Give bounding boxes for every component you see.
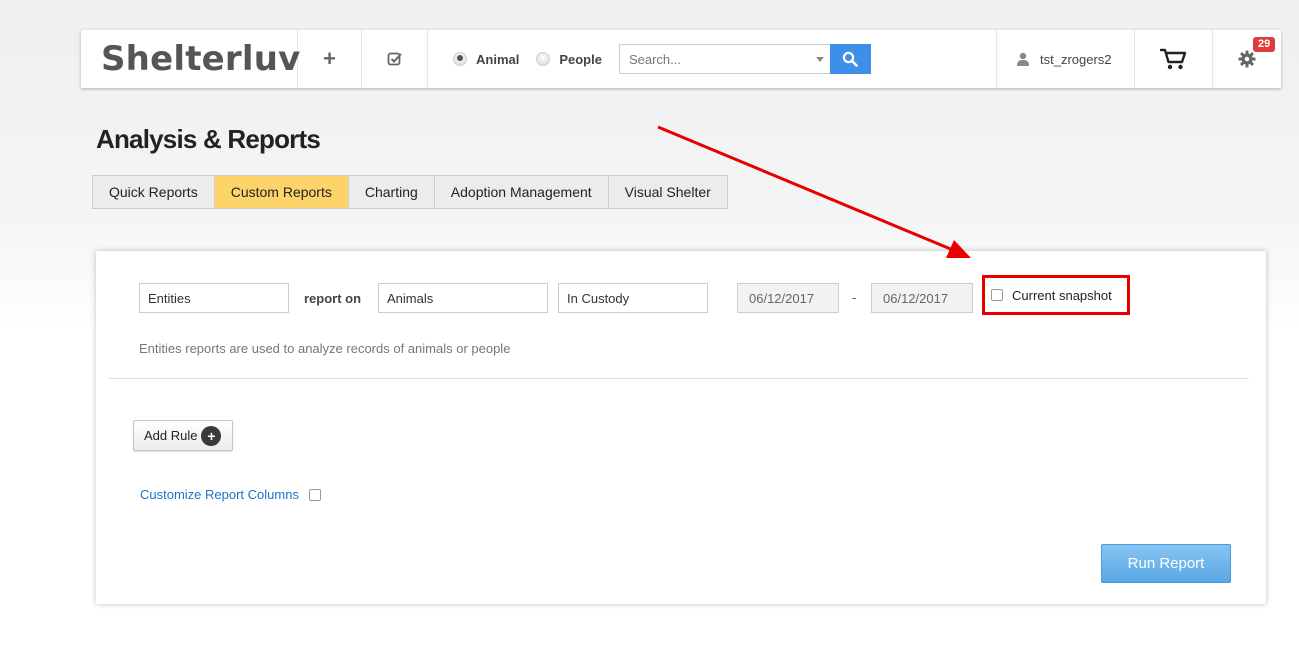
user-icon [1017,52,1029,66]
radio-people[interactable]: People [536,52,602,67]
date-from-field[interactable]: 06/12/2017 [737,283,839,313]
report-tabs: Quick Reports Custom Reports Charting Ad… [92,175,728,209]
page-title: Analysis & Reports [96,124,321,154]
gear-icon [1238,50,1256,68]
cart-button[interactable] [1135,30,1213,88]
status-select[interactable]: In Custody [558,283,708,313]
customize-columns-checkbox[interactable] [308,488,321,501]
chevron-down-icon[interactable] [815,57,824,62]
plus-circle-icon: + [201,425,222,446]
tab-adoption-management[interactable]: Adoption Management [435,176,609,208]
user-menu[interactable]: tst_zrogers2 [997,30,1135,88]
subject-select[interactable]: Animals [378,283,548,313]
tab-quick-reports[interactable]: Quick Reports [93,176,215,208]
username: tst_zrogers2 [1040,51,1112,67]
search-button[interactable] [829,44,871,74]
current-snapshot-label[interactable]: Current snapshot [1012,288,1112,303]
customize-columns-link[interactable]: Customize Report Columns [140,487,299,502]
add-rule-label: Add Rule [144,428,198,443]
radio-people-label: People [559,51,602,67]
customize-columns: Customize Report Columns [140,487,330,502]
settings-button[interactable]: 29 [1213,30,1281,88]
current-snapshot-checkbox[interactable] [991,289,1003,301]
brand-logo[interactable]: Shelterluv [81,30,300,88]
tasks-button[interactable] [362,30,428,88]
top-navbar: Shelterluv + Animal People Search... tst… [81,30,1281,88]
entity-type-select[interactable]: Entities [139,283,289,313]
date-to-field[interactable]: 06/12/2017 [871,283,973,313]
tab-custom-reports[interactable]: Custom Reports [214,176,349,208]
current-snapshot-highlight: Current snapshot [982,275,1130,315]
add-button[interactable]: + [298,30,362,88]
radio-button-unchecked[interactable] [536,52,551,66]
radio-animal-label: Animal [476,51,520,67]
report-on-label: report on [304,291,362,306]
checkbox-icon [387,52,402,66]
search-group: Search... [618,44,871,74]
tab-charting[interactable]: Charting [349,176,435,208]
cart-icon [1159,48,1186,70]
report-description: Entities reports are used to analyze rec… [139,341,511,356]
search-input[interactable]: Search... [618,44,830,74]
add-rule-button[interactable]: Add Rule + [133,420,233,451]
custom-report-panel: Entities report on Animals In Custody 06… [96,251,1266,604]
search-icon [843,51,859,67]
search-area: Animal People Search... [428,30,997,88]
divider [109,378,1249,379]
date-separator: - [852,290,857,305]
run-report-button[interactable]: Run Report [1101,544,1231,583]
radio-button-checked[interactable] [453,52,467,66]
search-placeholder: Search... [628,51,681,67]
plus-icon: + [323,46,336,71]
notification-badge[interactable]: 29 [1253,37,1276,52]
radio-animal[interactable]: Animal [453,52,519,67]
tab-visual-shelter[interactable]: Visual Shelter [609,176,727,208]
